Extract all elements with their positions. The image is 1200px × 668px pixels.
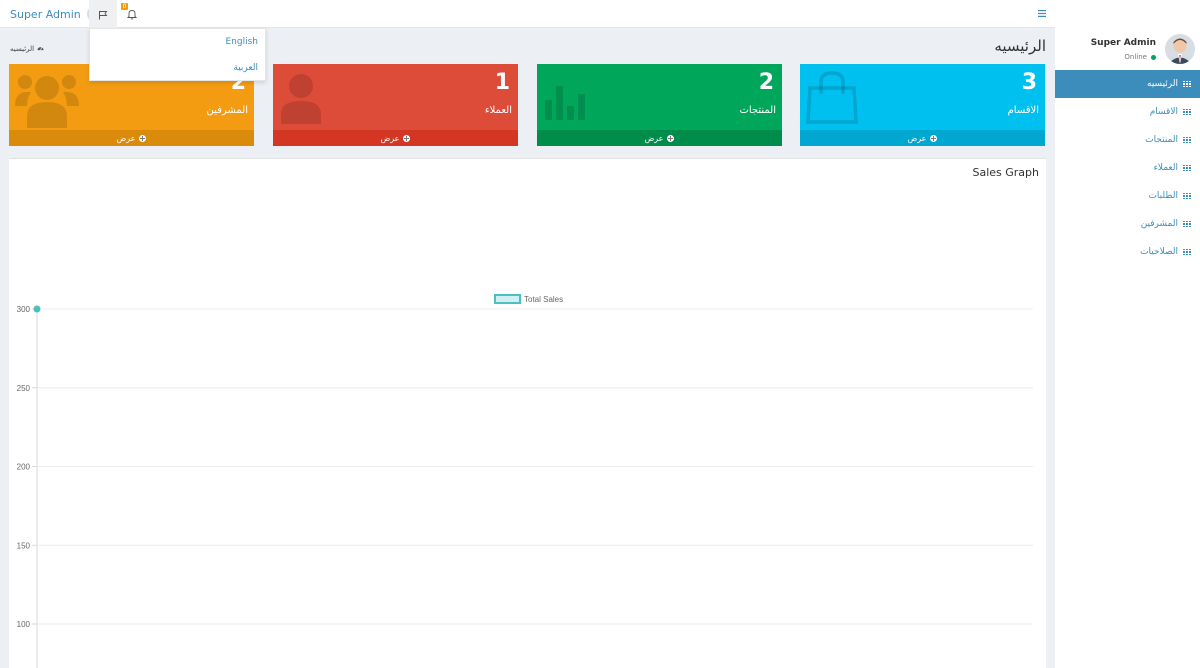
arrow-circle-icon [403,134,411,142]
breadcrumb[interactable]: الرئيسيه [10,44,44,53]
sidebar: Super Admin Online الرئيسيه الاقسام المن… [1055,0,1200,668]
th-icon [1183,108,1191,116]
sidebar-item-home[interactable]: الرئيسيه [1055,70,1200,98]
th-icon [1183,220,1191,228]
stat-value: 1 [494,70,510,95]
page-title: الرئيسيه [994,37,1046,55]
bar-chart-icon [543,70,589,126]
stat-label: العملاء [484,105,512,116]
menu-icon [1037,7,1047,21]
y-tick-label: 250 [17,384,31,393]
more-info-label: عرض [116,133,136,143]
sidebar-toggle-button[interactable] [1035,7,1049,21]
sidebar-nav: الرئيسيه الاقسام المنتجات العملاء الطلبا… [1055,70,1200,266]
arrow-circle-icon [930,134,938,142]
more-info-label: عرض [644,133,664,143]
sidebar-item-label: المشرفين [1140,219,1178,229]
more-info-label: عرض [380,133,400,143]
user-icon [279,70,323,128]
sidebar-item-orders[interactable]: الطلبات [1055,182,1200,210]
user-panel: Super Admin Online [1055,0,1200,70]
more-info-link[interactable]: عرض [537,130,782,146]
sidebar-item-label: الاقسام [1149,107,1178,117]
more-info-link[interactable]: عرض [800,130,1045,146]
notification-count-badge: 0 [121,3,128,10]
sidebar-item-admins[interactable]: المشرفين [1055,210,1200,238]
sales-graph-panel: Sales Graph 300 250 200 150 100 Total Sales [9,158,1046,668]
more-info-link[interactable]: عرض [9,130,254,146]
y-tick-label: 150 [17,541,31,550]
stat-label: المشرفين [206,105,248,116]
language-option-english[interactable]: English [90,29,265,55]
shopping-bag-icon [806,70,858,128]
stat-box-products: 2 المنتجات عرض [537,64,782,146]
sidebar-item-label: الصلاحيات [1140,247,1178,257]
user-status-text: Online [1124,53,1147,61]
th-icon [1183,136,1191,144]
stat-box-clients: 1 العملاء عرض [273,64,518,146]
stat-label: المنتجات [739,105,776,116]
user-status: Online [1124,53,1156,61]
stat-value: 2 [758,70,774,95]
stat-box-categories: 3 الاقسام عرض [800,64,1045,146]
language-toggle-button[interactable] [89,0,117,28]
y-tick-label: 100 [17,620,31,629]
notifications-button[interactable]: 0 [120,0,144,28]
y-tick-label: 300 [17,305,31,314]
top-navbar: Super Admin 0 [0,0,1055,28]
breadcrumb-text: الرئيسيه [10,44,35,53]
sidebar-avatar [1165,34,1195,64]
more-info-link[interactable]: عرض [273,130,518,146]
users-icon [15,70,79,132]
more-info-label: عرض [907,133,927,143]
sidebar-item-permissions[interactable]: الصلاحيات [1055,238,1200,266]
sidebar-item-categories[interactable]: الاقسام [1055,98,1200,126]
sidebar-item-label: الرئيسيه [1147,79,1178,89]
sidebar-item-products[interactable]: المنتجات [1055,126,1200,154]
dashboard-icon [37,44,44,53]
language-option-arabic[interactable]: العربية [90,55,265,81]
sidebar-item-label: العملاء [1153,163,1178,173]
user-menu-name: Super Admin [10,7,81,21]
sidebar-item-label: الطلبات [1148,191,1178,201]
y-tick-label: 200 [17,463,31,472]
sidebar-item-clients[interactable]: العملاء [1055,154,1200,182]
data-point [33,305,41,313]
stat-label: الاقسام [1007,105,1039,116]
sidebar-item-label: المنتجات [1145,135,1178,145]
th-icon [1183,80,1191,88]
sales-chart: 300 250 200 150 100 Total Sales [17,294,1033,668]
bell-icon [126,5,138,24]
th-icon [1183,192,1191,200]
online-status-icon [1151,54,1156,60]
flag-icon [98,5,108,24]
language-dropdown: English العربية [89,28,266,81]
arrow-circle-icon [139,134,147,142]
legend-label: Total Sales [524,295,563,304]
stat-value: 3 [1021,70,1037,95]
arrow-circle-icon [667,134,675,142]
th-icon [1183,248,1191,256]
th-icon [1183,164,1191,172]
sidebar-user-name: Super Admin [1090,38,1156,48]
legend-swatch [494,294,521,304]
